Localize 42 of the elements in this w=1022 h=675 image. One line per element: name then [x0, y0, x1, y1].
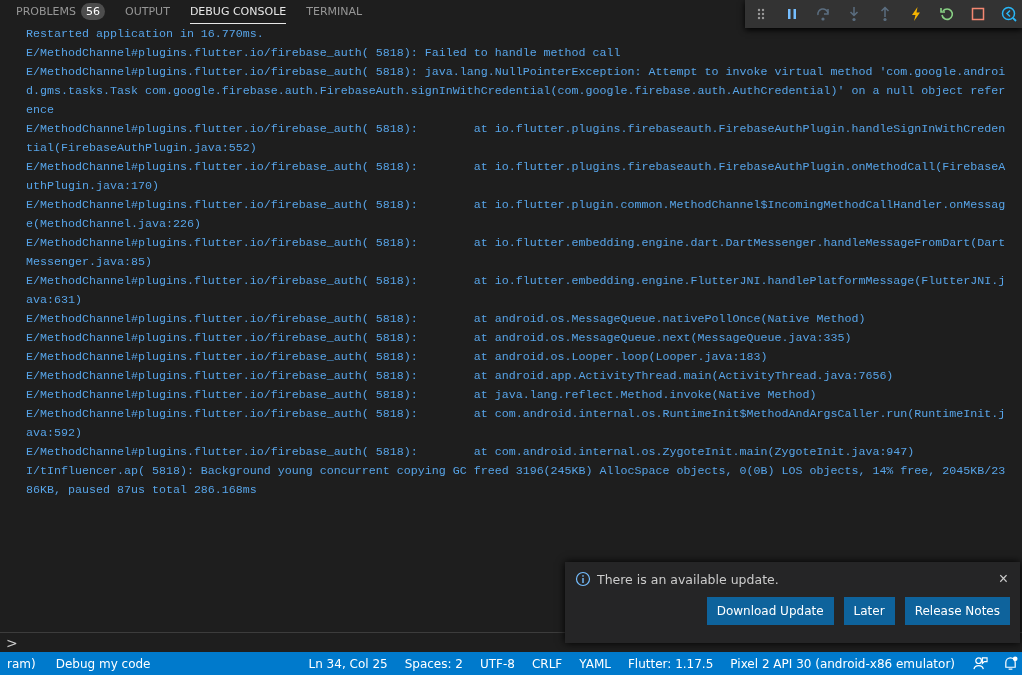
console-line: E/MethodChannel#plugins.flutter.io/firebase_auth( 5818): at com.android.internal.os.RuntimeInit$MethodAndArgsCaller.run(RuntimeInit.java:592) [26, 406, 1006, 442]
status-item[interactable]: YAML [572, 656, 618, 671]
console-line: I/tInfluencer.ap( 5818): Background young concurrent copying GC freed 3196(245KB) AllocSpace objects, 0(0B) LOS objects, 14% free, 2045KB/2386KB, paused 87us total 286.168ms [26, 463, 1006, 499]
panel-tab[interactable]: TERMINAL [306, 0, 363, 24]
feedback-icon[interactable] [973, 656, 988, 671]
restart-icon[interactable] [939, 6, 955, 22]
bell-icon[interactable] [1003, 656, 1018, 671]
info-icon [575, 571, 591, 587]
status-item[interactable]: Debug my code [48, 656, 158, 671]
console-line: E/MethodChannel#plugins.flutter.io/firebase_auth( 5818): at io.flutter.plugin.common.MethodChannel$IncomingMethodCallHandler.onMessage(MethodChannel.java:226) [26, 197, 1006, 233]
console-line: E/MethodChannel#plugins.flutter.io/firebase_auth( 5818): at io.flutter.embedding.engine.dart.DartMessenger.handleMessageFromDart(DartMessenger.java:85) [26, 235, 1006, 271]
panel-tab[interactable]: OUTPUT [125, 0, 170, 24]
console-line: E/MethodChannel#plugins.flutter.io/firebase_auth( 5818): at io.flutter.plugins.firebaseauth.FirebaseAuthPlugin.onMethodCall(FirebaseAuthPlugin.java:170) [26, 159, 1006, 195]
status-item[interactable]: Pixel 2 API 30 (android-x86 emulator) [723, 656, 962, 671]
console-line: E/MethodChannel#plugins.flutter.io/firebase_auth( 5818): Failed to handle method call [26, 45, 622, 62]
console-line: E/MethodChannel#plugins.flutter.io/firebase_auth( 5818): at android.os.Looper.loop(Looper.java:183) [26, 349, 769, 366]
notification-message: There is an available update. [597, 571, 779, 587]
status-item[interactable]: Ln 34, Col 25 [301, 656, 395, 671]
console-line: E/MethodChannel#plugins.flutter.io/firebase_auth( 5818): at com.android.internal.os.ZygoteInit.main(ZygoteInit.java:947) [26, 444, 916, 461]
console-line: E/MethodChannel#plugins.flutter.io/firebase_auth( 5818): at java.lang.reflect.Method.invoke(Native Method) [26, 387, 818, 404]
status-item[interactable]: Flutter: 1.17.5 [620, 656, 721, 671]
console-line: E/MethodChannel#plugins.flutter.io/firebase_auth( 5818): at io.flutter.plugins.firebaseauth.FirebaseAuthPlugin.handleSignInWithCredential(FirebaseAuthPlugin.java:552) [26, 121, 1006, 157]
panel-tab[interactable]: DEBUG CONSOLE [189, 0, 287, 24]
console-line: Restarted application in 16.770ms. [26, 26, 265, 43]
prompt-icon: > [6, 634, 18, 651]
status-item[interactable]: Spaces: 2 [397, 656, 470, 671]
devtools-icon[interactable] [1001, 6, 1017, 22]
notification-button[interactable]: Release Notes [904, 597, 1010, 625]
console-line: E/MethodChannel#plugins.flutter.io/firebase_auth( 5818): at io.flutter.embedding.engine.FlutterJNI.handlePlatformMessage(FlutterJNI.java:631) [26, 273, 1006, 309]
stop-icon[interactable] [970, 6, 986, 22]
status-item[interactable]: ram) [0, 656, 43, 671]
count-badge: 56 [81, 3, 106, 20]
status-item[interactable]: UTF-8 [473, 656, 522, 671]
status-item[interactable]: CRLF [524, 656, 570, 671]
console-line: E/MethodChannel#plugins.flutter.io/firebase_auth( 5818): at android.os.MessageQueue.nativePollOnce(Native Method) [26, 311, 867, 328]
notification-button[interactable]: Later [843, 597, 895, 625]
console-line: E/MethodChannel#plugins.flutter.io/firebase_auth( 5818): at android.app.ActivityThread.main(ActivityThread.java:7656) [26, 368, 895, 385]
console-line: E/MethodChannel#plugins.flutter.io/firebase_auth( 5818): java.lang.NullPointerException: Attempt to invoke virtual method 'com.google.android.gms.tasks.Task com.google.firebase.auth.FirebaseAuth.signInWithCredential(com.google.firebase.auth.AuthCredential)' on a null object reference [26, 64, 1006, 119]
panel-tab[interactable]: PROBLEMS 56 [16, 0, 106, 24]
notification-button[interactable]: Download Update [706, 597, 834, 625]
close-button[interactable]: × [996, 571, 1010, 587]
console-line: E/MethodChannel#plugins.flutter.io/firebase_auth( 5818): at android.os.MessageQueue.next(MessageQueue.java:335) [26, 330, 853, 347]
